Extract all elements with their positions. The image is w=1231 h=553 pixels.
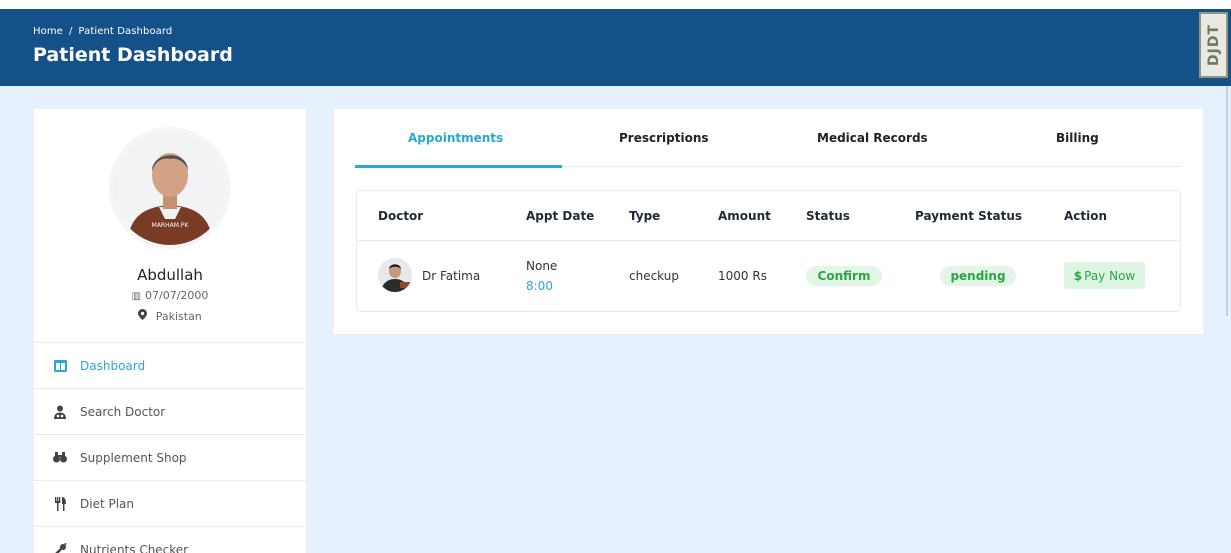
sidebar-item-label: Nutrients Checker [80,542,189,553]
breadcrumb-home[interactable]: Home [33,26,63,37]
pay-now-button[interactable]: $ Pay Now [1064,262,1145,289]
nutrients-icon [53,543,67,553]
birthday-cake-icon: ▥ [131,291,142,302]
cell-appt-date: None [526,259,558,273]
cell-type: checkup [629,269,679,283]
page-header: Home / Patient Dashboard Patient Dashboard [0,9,1231,86]
profile-country-value: Pakistan [155,310,202,323]
tab-bar: Appointments Prescriptions Medical Recor… [355,109,1181,168]
dollar-icon: $ [1073,268,1083,283]
sidebar-menu: Dashboard Search Doctor Supplement Shop … [34,342,306,553]
appointments-card: Appointments Prescriptions Medical Recor… [334,109,1203,334]
dashboard-icon [53,359,67,373]
page-title: Patient Dashboard [33,44,233,66]
sidebar-item-dashboard[interactable]: Dashboard [34,342,306,388]
sidebar-item-label: Diet Plan [80,496,135,511]
tab-billing[interactable]: Billing [1056,131,1099,145]
sidebar-item-supplement-shop[interactable]: Supplement Shop [34,434,306,480]
table-header: Doctor Appt Date Type Amount Status Paym… [357,191,1180,241]
breadcrumb-current: Patient Dashboard [78,26,173,37]
tab-prescriptions[interactable]: Prescriptions [619,131,709,145]
breadcrumb-separator: / [68,26,73,37]
sidebar-item-label: Dashboard [80,358,146,373]
avatar: MARHAM.PK [109,127,231,249]
profile-photo: MARHAM.PK [113,131,227,245]
profile-dob: ▥ 07/07/2000 [34,289,306,302]
payment-status-badge: pending [940,266,1016,286]
sidebar-item-label: Supplement Shop [80,450,187,465]
doctor-icon [53,405,67,419]
profile-country: Pakistan [34,309,306,323]
breadcrumb: Home / Patient Dashboard [33,26,172,37]
sidebar-item-nutrients-checker[interactable]: Nutrients Checker [34,526,306,553]
binoculars-icon [53,451,67,465]
sidebar-item-label: Search Doctor [80,404,166,419]
profile-name: Abdullah [137,266,203,284]
debug-toolbar-label: DJDT [1205,23,1222,66]
sidebar-item-diet-plan[interactable]: Diet Plan [34,480,306,526]
cell-doctor[interactable]: Dr Fatima [422,269,480,283]
debug-toolbar-toggle[interactable]: DJDT [1199,12,1228,78]
column-header-payment-status: Payment Status [915,209,1023,223]
column-header-type: Type [629,209,661,223]
column-header-action: Action [1064,209,1108,223]
sidebar-item-search-doctor[interactable]: Search Doctor [34,388,306,434]
avatar-watermark: MARHAM.PK [152,222,190,229]
status-badge: Confirm [806,266,882,286]
cell-appt-time: 8:00 [526,279,553,293]
utensils-icon [53,496,67,511]
pay-now-label: Pay Now [1084,268,1136,283]
scrollbar[interactable] [1226,86,1228,316]
cell-amount: 1000 Rs [718,269,767,283]
column-header-doctor: Doctor [378,209,424,223]
top-strip [0,0,1231,9]
doctor-avatar [378,258,412,292]
column-header-appt-date: Appt Date [526,209,595,223]
sidebar: MARHAM.PK Abdullah ▥ 07/07/2000 Pakistan … [34,109,306,553]
tab-appointments[interactable]: Appointments [408,131,503,145]
column-header-status: Status [806,209,850,223]
tab-medical-records[interactable]: Medical Records [817,131,928,145]
location-pin-icon [138,309,151,323]
appointments-table: Doctor Appt Date Type Amount Status Paym… [356,190,1181,312]
active-tab-indicator [355,165,562,168]
column-header-amount: Amount [718,209,771,223]
profile-dob-value: 07/07/2000 [145,289,209,302]
